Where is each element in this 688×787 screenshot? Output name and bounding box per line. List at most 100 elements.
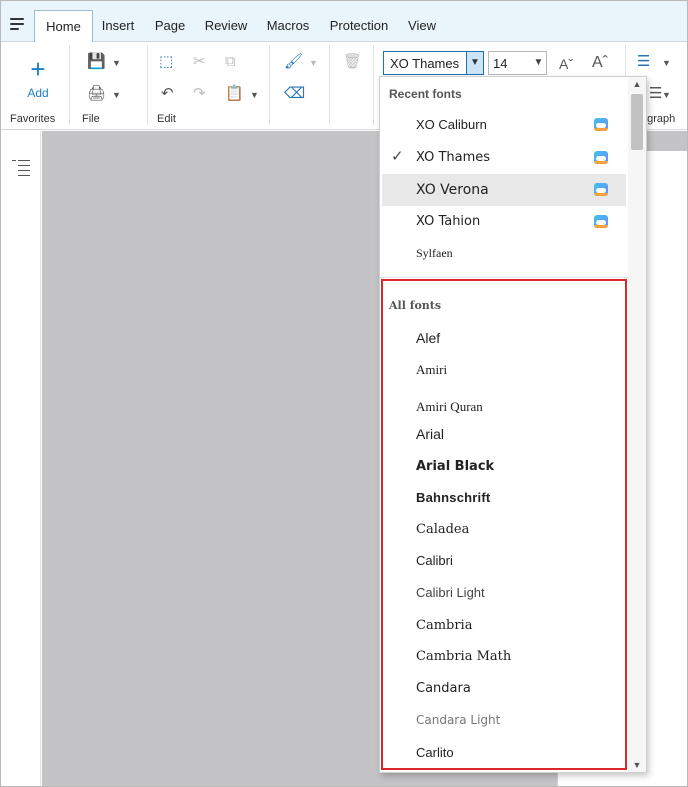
font-item-arial-black[interactable]: Arial Black [382, 451, 626, 483]
font-item-cambria-math[interactable]: Cambria Math [382, 641, 626, 673]
font-item-xo-tahion[interactable]: XO Tahion [382, 206, 626, 238]
tab-home[interactable]: Home [34, 10, 93, 43]
font-item-bahnschrift[interactable]: Bahnschrift [382, 482, 626, 514]
font-item-label: Amiri Quran [416, 399, 483, 414]
font-item-label: Arial [416, 426, 445, 442]
menu-icon[interactable] [10, 18, 24, 30]
font-item-amiri[interactable]: Amiri [382, 354, 626, 386]
increase-font-size-icon[interactable]: Aˆ [592, 55, 608, 71]
font-item-candara[interactable]: Candara [382, 673, 626, 705]
chevron-down-icon[interactable]: ▼ [531, 52, 546, 74]
tab-view[interactable]: View [403, 10, 441, 42]
undo-icon[interactable]: ↶ [161, 86, 174, 102]
font-size-value: 14 [493, 56, 508, 71]
navigation-pane [1, 131, 41, 786]
recent-fonts-heading: Recent fonts [389, 87, 462, 101]
cloud-font-icon [594, 215, 608, 228]
group-separator [329, 45, 330, 125]
font-item-xo-verona[interactable]: XO Verona [382, 174, 626, 206]
tab-insert[interactable]: Insert [96, 10, 140, 42]
print-icon[interactable]: 🖨 [87, 86, 106, 102]
cloud-font-icon [594, 118, 608, 131]
tab-review[interactable]: Review [200, 10, 252, 42]
font-item-xo-caliburn[interactable]: XO Caliburn [382, 109, 626, 141]
tab-protection[interactable]: Protection [324, 10, 394, 42]
ribbon-tab-bar: Home Insert Page Review Macros Protectio… [1, 1, 687, 43]
font-item-label: Cambria [416, 618, 473, 633]
font-item-label: Calibri Light [416, 585, 485, 600]
add-favorite-button[interactable]: + Add [17, 54, 59, 106]
cut-icon[interactable]: ✂ [193, 54, 206, 70]
font-item-label: Cambria Math [416, 649, 512, 664]
plus-icon: + [30, 54, 46, 84]
group-label-edit: Edit [157, 113, 176, 125]
group-separator [269, 45, 270, 125]
bullet-list-icon[interactable]: ☰ [637, 54, 650, 70]
font-item-label: Candara [416, 681, 471, 696]
font-item-label: Amiri [416, 362, 448, 377]
font-item-label: Carlito [416, 745, 454, 760]
group-label-file: File [82, 113, 100, 125]
group-separator [373, 45, 374, 125]
chevron-down-icon[interactable]: ▼ [112, 58, 121, 68]
delete-icon[interactable]: 🗑 [343, 54, 362, 70]
checkmark-icon: ✓ [391, 148, 404, 165]
font-item-label: Alef [416, 330, 441, 346]
save-icon[interactable]: 💾 [87, 54, 106, 70]
font-item-sylfaen[interactable]: Sylfaen [382, 238, 626, 270]
scrollbar-thumb[interactable] [631, 94, 643, 150]
chevron-down-icon[interactable]: ▼ [112, 90, 121, 100]
font-item-label: XO Thames [416, 150, 491, 165]
group-separator [69, 45, 70, 125]
section-divider [380, 277, 646, 278]
align-icon[interactable]: ☰ [649, 86, 662, 102]
font-item-label: Calibri [416, 553, 453, 568]
clear-formatting-icon[interactable]: ⌫ [284, 86, 305, 102]
add-label: Add [27, 86, 49, 100]
font-item-arial[interactable]: Arial [382, 418, 626, 450]
font-item-candara-light[interactable]: Candara Light [382, 705, 626, 737]
font-item-caladea[interactable]: Caladea [382, 514, 626, 546]
font-item-label: Candara Light [416, 713, 501, 727]
chevron-down-icon[interactable]: ▼ [662, 90, 671, 100]
font-item-label: XO Verona [416, 182, 489, 198]
tab-page[interactable]: Page [149, 10, 191, 42]
chevron-down-icon[interactable]: ▼ [309, 58, 318, 68]
font-item-label: Arial Black [416, 459, 495, 474]
select-icon[interactable]: ⬚ [159, 54, 173, 70]
chevron-down-icon[interactable]: ▼ [250, 90, 259, 100]
font-size-combobox[interactable]: 14 ▼ [488, 51, 547, 75]
font-dropdown-list[interactable]: Recent fonts XO Caliburn ✓ XO Thames XO … [379, 76, 647, 773]
chevron-down-icon[interactable]: ▼ [662, 58, 671, 68]
font-item-calibri[interactable]: Calibri [382, 545, 626, 577]
cloud-font-icon [594, 151, 608, 164]
copy-icon[interactable]: ⧉ [225, 54, 236, 70]
font-item-label: Bahnschrift [416, 490, 491, 505]
redo-icon[interactable]: ↷ [193, 86, 206, 102]
chevron-down-icon[interactable]: ▼ [466, 52, 483, 74]
font-item-cambria[interactable]: Cambria [382, 610, 626, 642]
font-name-value: XO Thames [390, 56, 460, 71]
cloud-font-icon [594, 183, 608, 196]
tab-macros[interactable]: Macros [261, 10, 315, 42]
font-name-combobox[interactable]: XO Thames ▼ [383, 51, 484, 75]
scroll-down-icon[interactable]: ▼ [628, 760, 646, 770]
font-item-xo-thames[interactable]: ✓ XO Thames [382, 142, 626, 174]
group-separator [147, 45, 148, 125]
scroll-up-icon[interactable]: ▲ [628, 79, 646, 89]
dropdown-scrollbar[interactable]: ▲ ▼ [628, 77, 646, 772]
font-item-calibri-light[interactable]: Calibri Light [382, 577, 626, 609]
paste-icon[interactable]: 📋 [225, 86, 244, 102]
format-painter-icon[interactable]: 🖌 [284, 54, 303, 70]
font-item-label: XO Caliburn [416, 117, 487, 132]
decrease-font-size-icon[interactable]: Aˇ [559, 56, 573, 72]
app-window: Home Insert Page Review Macros Protectio… [0, 0, 688, 787]
navigation-pane-icon[interactable] [12, 159, 32, 177]
font-item-label: Sylfaen [416, 246, 453, 260]
font-item-alef[interactable]: Alef [382, 322, 626, 354]
all-fonts-heading: All fonts [389, 299, 442, 312]
font-item-label: XO Tahion [416, 214, 481, 229]
font-item-carlito[interactable]: Carlito [382, 737, 626, 769]
group-label-favorites: Favorites [10, 113, 56, 125]
font-item-label: Caladea [416, 522, 470, 537]
